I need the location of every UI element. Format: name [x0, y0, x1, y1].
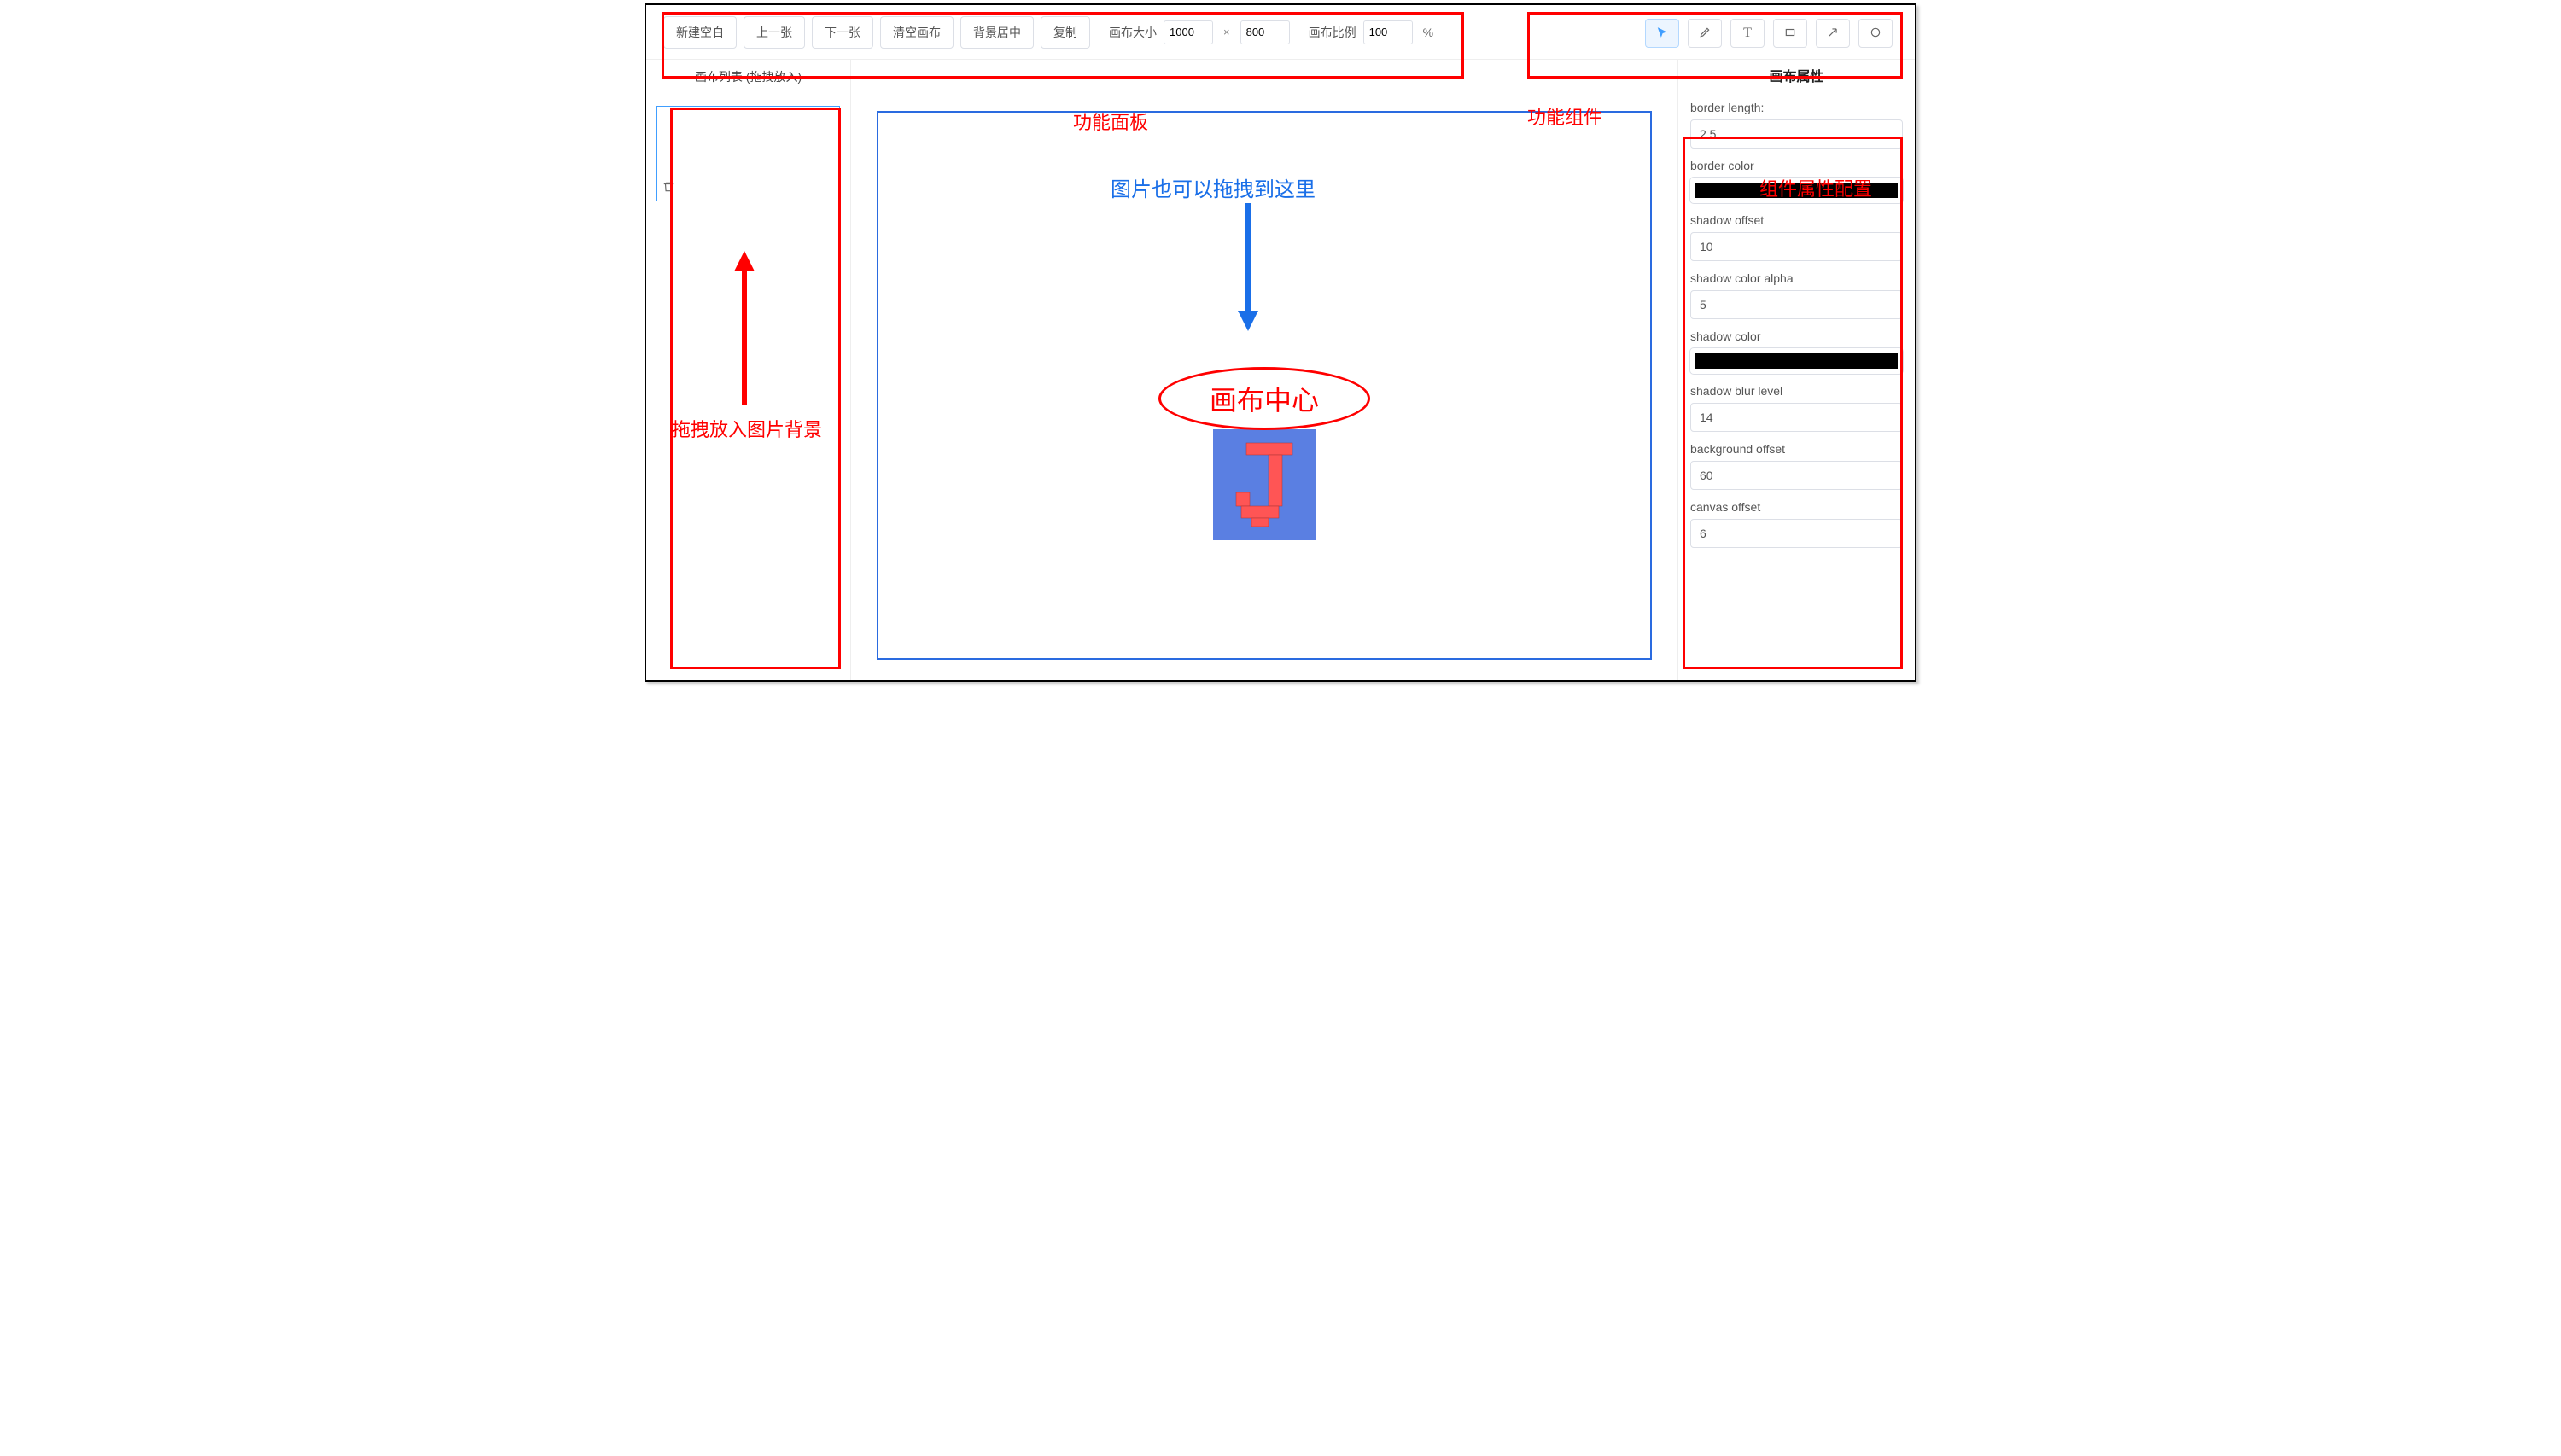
app-window: 新建空白 上一张 下一张 清空画布 背景居中 复制 画布大小 × 画布比例 % … [645, 3, 1916, 682]
rect-icon [1784, 26, 1796, 41]
input-border-color[interactable] [1690, 178, 1903, 203]
field-border-length: border length: [1690, 101, 1903, 149]
annotation-arrow-red [732, 251, 757, 409]
delete-thumbnail-button[interactable] [662, 181, 674, 197]
circle-icon [1870, 26, 1881, 41]
label-shadow-color-alpha: shadow color alpha [1690, 271, 1903, 285]
canvas-scale-label: 画布比例 [1309, 24, 1356, 41]
label-shadow-color: shadow color [1690, 329, 1903, 343]
circle-tool-button[interactable] [1858, 19, 1893, 48]
tool-palette: T [1645, 19, 1893, 48]
field-shadow-color-alpha: shadow color alpha [1690, 271, 1903, 319]
arrow-tool-button[interactable] [1816, 19, 1850, 48]
properties-title: 画布属性 [1690, 65, 1903, 96]
label-canvas-offset: canvas offset [1690, 500, 1903, 514]
canvas-object-sample[interactable] [1213, 429, 1316, 540]
prev-button[interactable]: 上一张 [744, 16, 805, 49]
clear-canvas-button[interactable]: 清空画布 [880, 16, 954, 49]
input-shadow-offset[interactable] [1690, 232, 1903, 261]
canvas-thumbnail[interactable] [656, 106, 840, 201]
annotation-canvas-center: 画布中心 [1158, 367, 1370, 430]
size-separator: × [1223, 26, 1230, 38]
field-shadow-blur: shadow blur level [1690, 384, 1903, 432]
letter-j-icon [1226, 438, 1303, 532]
rect-tool-button[interactable] [1773, 19, 1807, 48]
canvas-area: 画布中心 [851, 60, 1677, 680]
canvas-width-input[interactable] [1164, 20, 1213, 44]
scale-unit: % [1423, 26, 1433, 39]
trash-icon [662, 181, 674, 193]
center-background-button[interactable]: 背景居中 [960, 16, 1034, 49]
label-border-color: border color [1690, 159, 1903, 172]
label-shadow-blur: shadow blur level [1690, 384, 1903, 398]
cursor-tool-button[interactable] [1645, 19, 1679, 48]
input-canvas-offset[interactable] [1690, 519, 1903, 548]
next-button[interactable]: 下一张 [812, 16, 873, 49]
input-border-length[interactable] [1690, 119, 1903, 149]
annotation-ellipse: 画布中心 [1158, 367, 1370, 430]
field-canvas-offset: canvas offset [1690, 500, 1903, 548]
body: 画布列表 (拖拽放入) [646, 60, 1915, 680]
canvas-scale-input[interactable] [1363, 20, 1413, 44]
input-shadow-color-alpha[interactable] [1690, 290, 1903, 319]
label-background-offset: background offset [1690, 442, 1903, 456]
annotation-canvas-center-text: 画布中心 [1210, 379, 1319, 418]
label-border-length: border length: [1690, 101, 1903, 114]
input-background-offset[interactable] [1690, 461, 1903, 490]
canvas-height-input[interactable] [1240, 20, 1290, 44]
new-blank-button[interactable]: 新建空白 [663, 16, 737, 49]
field-background-offset: background offset [1690, 442, 1903, 490]
annotation-arrow-blue [1235, 203, 1261, 335]
field-border-color: border color [1690, 159, 1903, 203]
input-shadow-blur[interactable] [1690, 403, 1903, 432]
cursor-icon [1656, 26, 1668, 41]
text-tool-button[interactable]: T [1730, 19, 1765, 48]
label-shadow-offset: shadow offset [1690, 213, 1903, 227]
pencil-tool-button[interactable] [1688, 19, 1722, 48]
pencil-icon [1699, 26, 1711, 41]
field-shadow-offset: shadow offset [1690, 213, 1903, 261]
canvas-list-title: 画布列表 (拖拽放入) [656, 68, 840, 90]
properties-sidebar: 画布属性 border length: border color shadow … [1677, 60, 1915, 680]
input-shadow-color[interactable] [1690, 348, 1903, 374]
canvas-frame[interactable]: 画布中心 [877, 111, 1652, 660]
arrow-icon [1827, 26, 1839, 41]
copy-button[interactable]: 复制 [1041, 16, 1090, 49]
field-shadow-color: shadow color [1690, 329, 1903, 374]
text-icon: T [1743, 26, 1752, 41]
canvas-size-label: 画布大小 [1109, 24, 1157, 41]
